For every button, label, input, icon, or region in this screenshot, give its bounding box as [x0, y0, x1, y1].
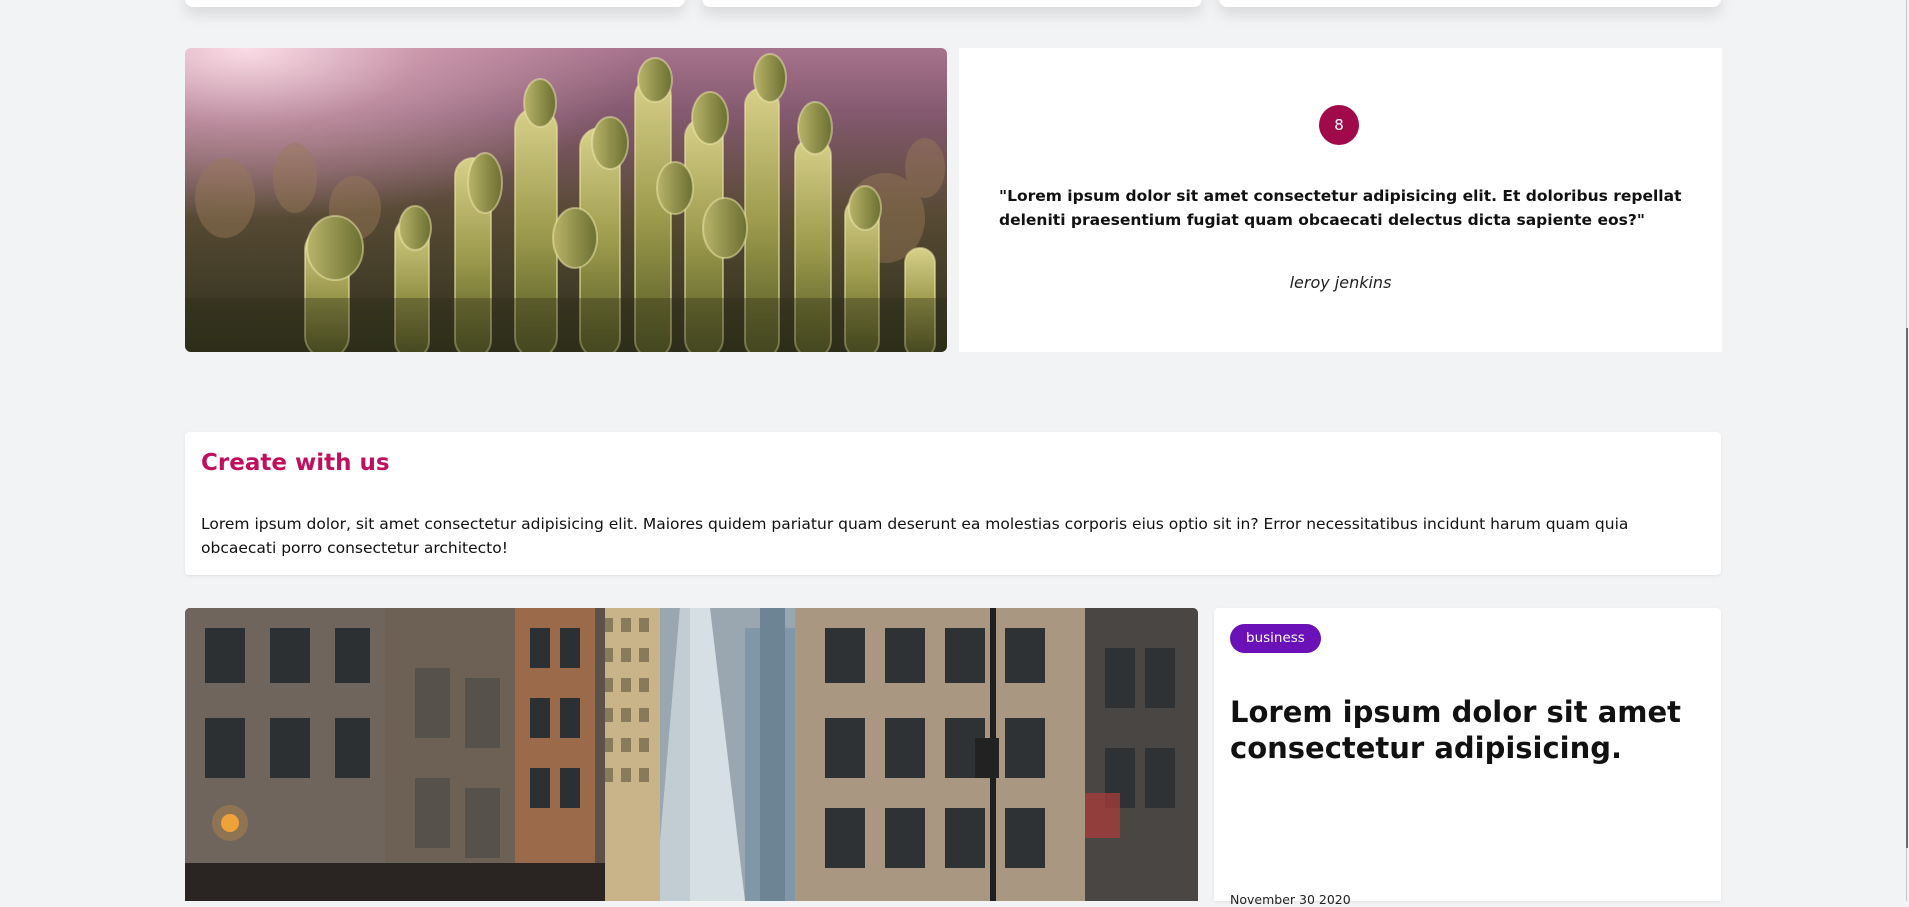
card-partial [702, 0, 1202, 7]
city-illustration [185, 608, 1198, 901]
testimonial-quote: "Lorem ipsum dolor sit amet consectetur … [999, 187, 1682, 229]
scrollbar-track[interactable] [1892, 0, 1909, 901]
testimonial-number-badge: 8 [1319, 105, 1359, 145]
scrollbar-thumb[interactable] [1906, 328, 1908, 848]
create-with-us-section: Create with us Lorem ipsum dolor, sit am… [185, 432, 1721, 575]
card-partial [185, 0, 685, 7]
cactus-illustration [185, 53, 947, 352]
testimonial-card: 8 "Lorem ipsum dolor sit amet consectetu… [959, 48, 1722, 352]
category-tag[interactable]: business [1230, 624, 1321, 653]
cactus-image [185, 48, 947, 352]
section-description: Lorem ipsum dolor, sit amet consectetur … [201, 515, 1629, 557]
article-date: November 30 2020 [1230, 892, 1351, 907]
card-partial [1219, 0, 1721, 7]
testimonial-author: leroy jenkins [1289, 273, 1392, 292]
article-card[interactable]: business Lorem ipsum dolor sit amet cons… [1214, 608, 1721, 907]
section-title: Create with us [201, 450, 390, 476]
city-image [185, 608, 1198, 901]
article-title[interactable]: Lorem ipsum dolor sit amet consectetur a… [1230, 694, 1700, 766]
